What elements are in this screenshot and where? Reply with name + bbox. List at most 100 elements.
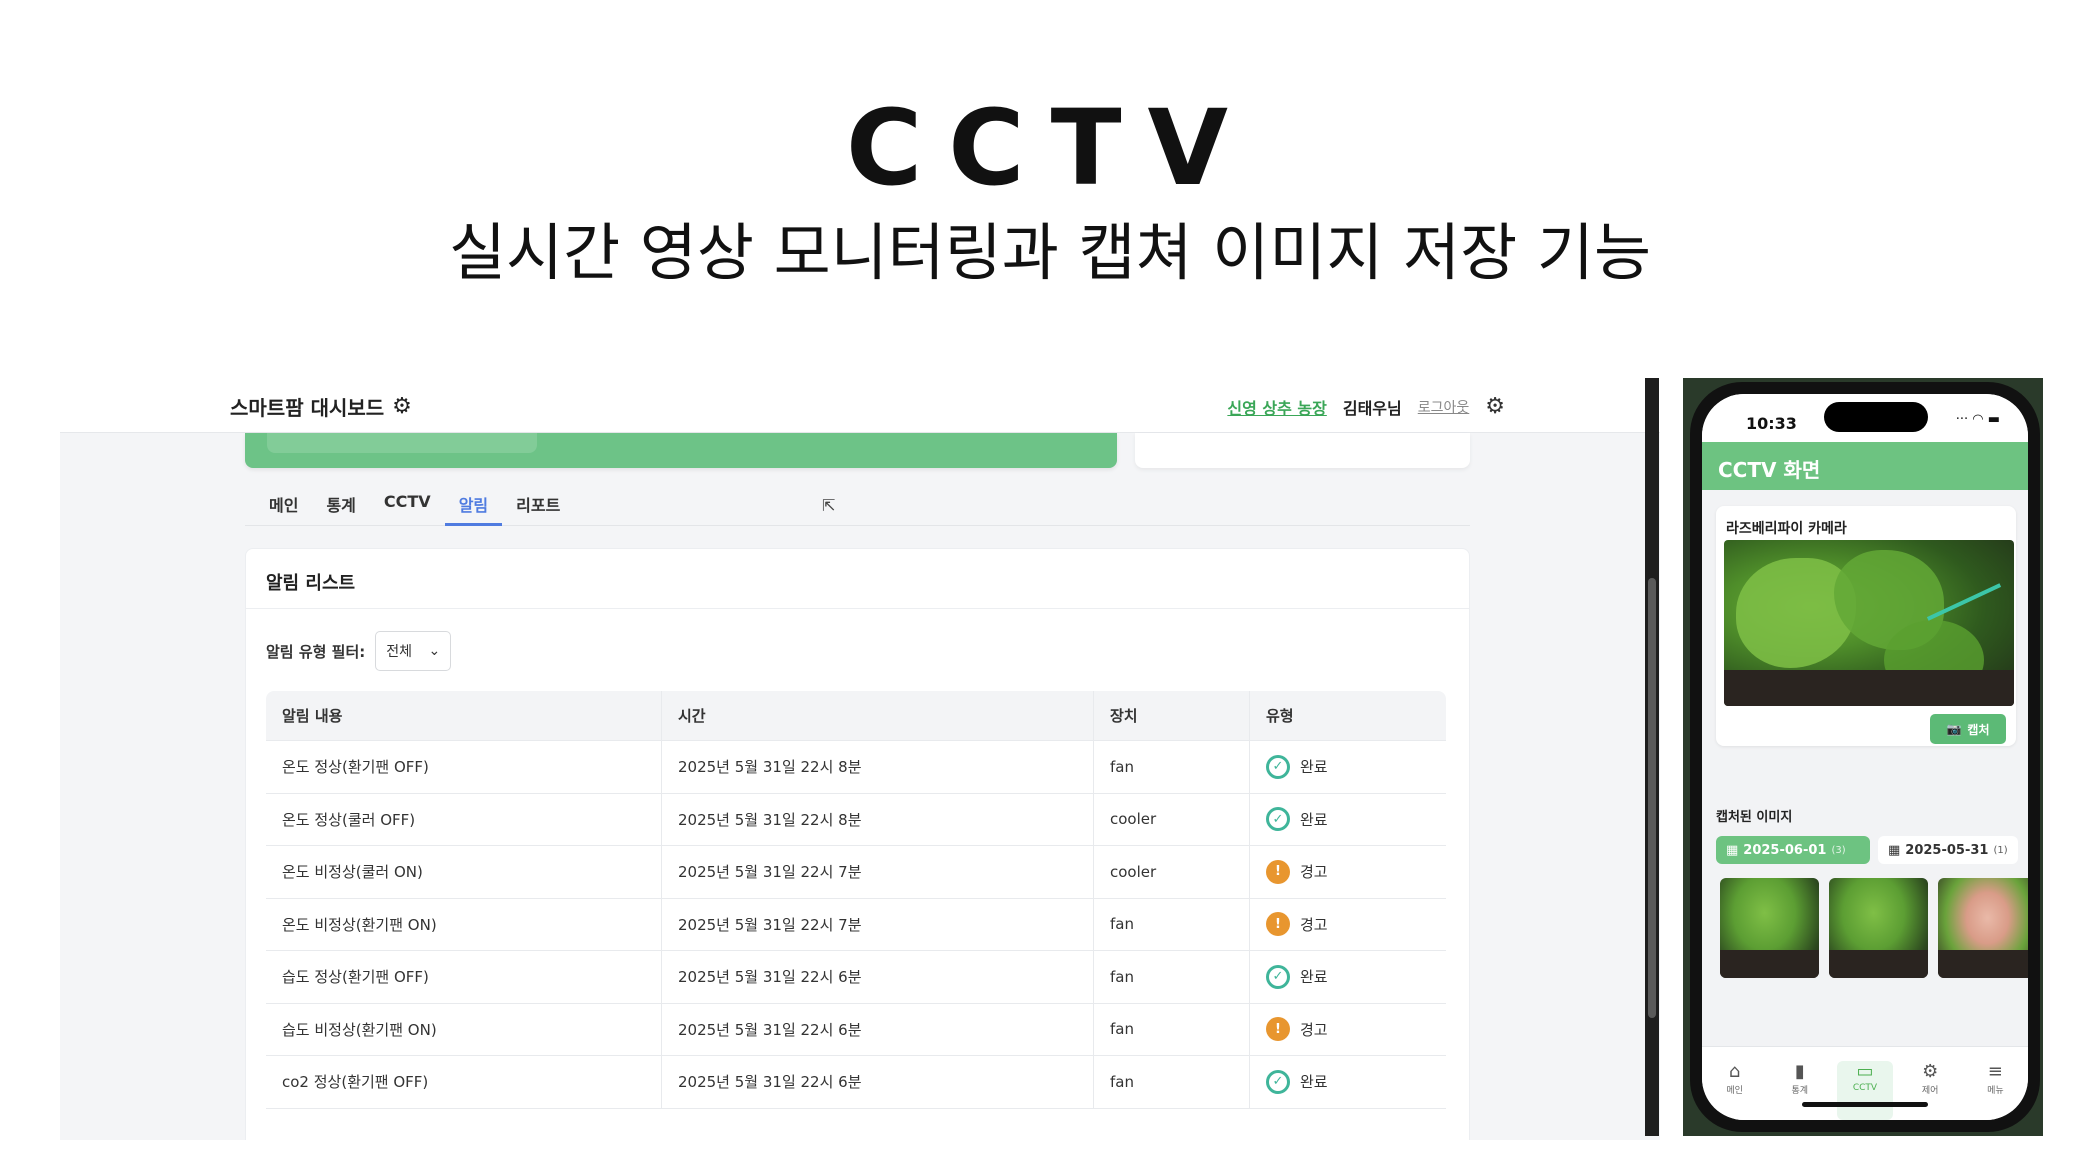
header-content: 알림 내용 <box>266 691 662 740</box>
logout-link[interactable]: 로그아웃 <box>1418 397 1470 417</box>
wifi-battery-icon: ··· ◠ ▬ <box>1955 412 2000 427</box>
alert-time: 2025년 5월 31일 22시 6분 <box>662 1003 1094 1055</box>
alert-type-select[interactable]: 전체 ⌄ <box>375 631 452 671</box>
date-chip[interactable]: ▦ 2025-05-31 (1) <box>1878 836 2018 864</box>
alert-content: 온도 정상(쿨러 OFF) <box>266 793 662 845</box>
panel-title: 알림 리스트 <box>246 549 1469 609</box>
settings-gear-icon[interactable]: ⚙ <box>1485 394 1505 419</box>
alert-device: cooler <box>1094 846 1250 898</box>
app-title: CCTV 화면 <box>1702 442 2028 490</box>
alert-time: 2025년 5월 31일 22시 7분 <box>662 898 1094 950</box>
alert-type: ! 경고 <box>1250 1004 1446 1056</box>
side-card <box>1135 433 1470 468</box>
summary-card-inner <box>267 433 537 453</box>
filter-value: 전체 <box>386 644 413 660</box>
soil <box>1938 950 2028 978</box>
date-chip-count: (3) <box>1831 844 1846 856</box>
alert-content: 온도 비정상(환기팬 ON) <box>266 898 662 950</box>
nav-label: 통계 <box>1791 1086 1809 1096</box>
alert-device: fan <box>1094 1056 1250 1108</box>
home-indicator <box>1802 1102 1928 1107</box>
alert-content: 온도 비정상(쿨러 ON) <box>266 846 662 898</box>
bottom-nav: ⌂ 메인 ▮ 통계 ▭ CCTV ⚙ 제어 ≡ 메뉴 <box>1702 1046 2028 1120</box>
alert-type: ✓ 완료 <box>1250 794 1446 846</box>
alert-type-label: 경고 <box>1300 863 1328 882</box>
alert-type-label: 경고 <box>1300 915 1328 934</box>
table-header: 알림 내용 시간 장치 유형 <box>266 691 1446 741</box>
alert-content: 온도 정상(환기팬 OFF) <box>266 741 662 793</box>
table-row: co2 정상(환기팬 OFF) 2025년 5월 31일 22시 6분 fan ✓ 완료 <box>266 1056 1446 1109</box>
check-circle-icon: ✓ <box>1266 754 1290 779</box>
user-name: 김태우님 <box>1342 398 1402 418</box>
header-type: 유형 <box>1266 707 1294 725</box>
table-row: 온도 비정상(쿨러 ON) 2025년 5월 31일 22시 7분 cooler! 경… <box>266 846 1446 899</box>
top-bar: 스마트팜 대시보드 ⚙ 신영 상추 농장 김태우님 로그아웃 ⚙ <box>60 378 1660 433</box>
slide-title: CCTV <box>845 87 1255 209</box>
soil <box>1724 670 2014 706</box>
table-row: 습도 비정상(환기팬 ON) 2025년 5월 31일 22시 6분 fan! 경고 <box>266 1003 1446 1056</box>
alert-time: 2025년 5월 31일 22시 7분 <box>662 846 1094 898</box>
tab-main[interactable]: 메인 <box>255 482 312 526</box>
alert-content: 습도 정상(환기팬 OFF) <box>266 951 662 1003</box>
alert-time: 2025년 5월 31일 22시 6분 <box>662 951 1094 1003</box>
nav-cctv[interactable]: ▭ CCTV <box>1836 1061 1893 1120</box>
header-device: 장치 <box>1094 691 1250 740</box>
chevron-down-icon: ⌄ <box>428 643 441 659</box>
check-circle-icon: ✓ <box>1266 964 1290 989</box>
alert-type: ✓ 완료 <box>1250 1056 1446 1108</box>
tab-bar: 메인 통계 CCTV 알림 리포트 <box>245 482 1470 526</box>
vertical-scrollbar[interactable] <box>1645 378 1659 1136</box>
slide-subtitle: 실시간 영상 모니터링과 캡쳐 이미지 저장 기능 <box>448 216 1651 289</box>
alert-device: fan <box>1094 741 1250 793</box>
table-row: 온도 정상(쿨러 OFF) 2025년 5월 31일 22시 8분 cooler ✓ 완… <box>266 793 1446 846</box>
alert-type-label: 완료 <box>1300 810 1328 829</box>
date-chip-date: 2025-06-01 <box>1743 842 1827 858</box>
alert-list-panel: 알림 리스트 알림 유형 필터: 전체 ⌄ 알림 내용 시간 장치 유형 온도 … <box>245 548 1470 1140</box>
warning-icon: ! <box>1266 859 1290 884</box>
captured-thumbnails <box>1720 878 2028 978</box>
alert-type-label: 완료 <box>1300 758 1328 777</box>
captured-image-thumb[interactable] <box>1938 878 2028 978</box>
table-row: 온도 정상(환기팬 OFF) 2025년 5월 31일 22시 8분 fan ✓ 완료 <box>266 741 1446 794</box>
mouse-cursor-icon: ⇱ <box>822 496 836 515</box>
alert-type-label: 경고 <box>1300 1020 1328 1039</box>
scroll-thumb[interactable] <box>1648 578 1656 1018</box>
captured-image-thumb[interactable] <box>1829 878 1928 978</box>
alert-type: ! 경고 <box>1250 899 1446 951</box>
tab-stats[interactable]: 통계 <box>312 482 369 526</box>
nav-control[interactable]: ⚙ 제어 <box>1902 1061 1958 1120</box>
alert-device: fan <box>1094 1003 1250 1055</box>
tab-report[interactable]: 리포트 <box>502 482 574 526</box>
warning-icon: ! <box>1266 1017 1290 1042</box>
chart-icon: ▮ <box>1794 1061 1805 1082</box>
calendar-icon: ▦ <box>1726 842 1739 858</box>
table-row: 온도 비정상(환기팬 ON) 2025년 5월 31일 22시 7분 fan! 경고 <box>266 898 1446 951</box>
phone-screen: 10:33 ··· ◠ ▬ CCTV 화면 라즈베리파이 카메라 📷 캡처 캡처… <box>1702 394 2028 1120</box>
alert-type-label: 완료 <box>1300 968 1328 987</box>
captured-title: 캡처된 이미지 <box>1716 810 1793 825</box>
alert-table: 알림 내용 시간 장치 유형 온도 정상(환기팬 OFF) 2025년 5월 31… <box>266 691 1446 1109</box>
tab-cctv[interactable]: CCTV <box>370 482 445 526</box>
nav-stats[interactable]: ▮ 통계 <box>1772 1061 1828 1120</box>
alert-time: 2025년 5월 31일 22시 8분 <box>662 741 1094 793</box>
desktop-dashboard: 스마트팜 대시보드 ⚙ 신영 상추 농장 김태우님 로그아웃 ⚙ 메인 통계 C… <box>60 378 1660 1140</box>
nav-label: 제어 <box>1921 1086 1939 1096</box>
brand[interactable]: 스마트팜 대시보드 ⚙ <box>230 392 412 421</box>
alert-time: 2025년 5월 31일 22시 6분 <box>662 1056 1094 1108</box>
nav-menu[interactable]: ≡ 메뉴 <box>1967 1061 2023 1120</box>
camera-title: 라즈베리파이 카메라 <box>1726 521 1847 537</box>
dynamic-island <box>1824 402 1928 432</box>
tab-alerts[interactable]: 알림 <box>444 482 503 526</box>
capture-button[interactable]: 📷 캡처 <box>1930 714 2006 744</box>
video-icon: ▭ <box>1856 1061 1874 1082</box>
camera-card: 라즈베리파이 카메라 📷 캡처 <box>1716 506 2016 746</box>
alert-type: ✓ 완료 <box>1250 951 1446 1003</box>
warning-icon: ! <box>1266 912 1290 937</box>
check-circle-icon: ✓ <box>1266 1069 1290 1094</box>
alert-device: fan <box>1094 951 1250 1003</box>
date-chip-active[interactable]: ▦ 2025-06-01 (3) <box>1716 836 1870 864</box>
captured-image-thumb[interactable] <box>1720 878 1819 978</box>
farm-link[interactable]: 신영 상추 농장 <box>1227 395 1326 419</box>
camera-live-view <box>1724 540 2014 706</box>
nav-main[interactable]: ⌂ 메인 <box>1707 1061 1763 1120</box>
